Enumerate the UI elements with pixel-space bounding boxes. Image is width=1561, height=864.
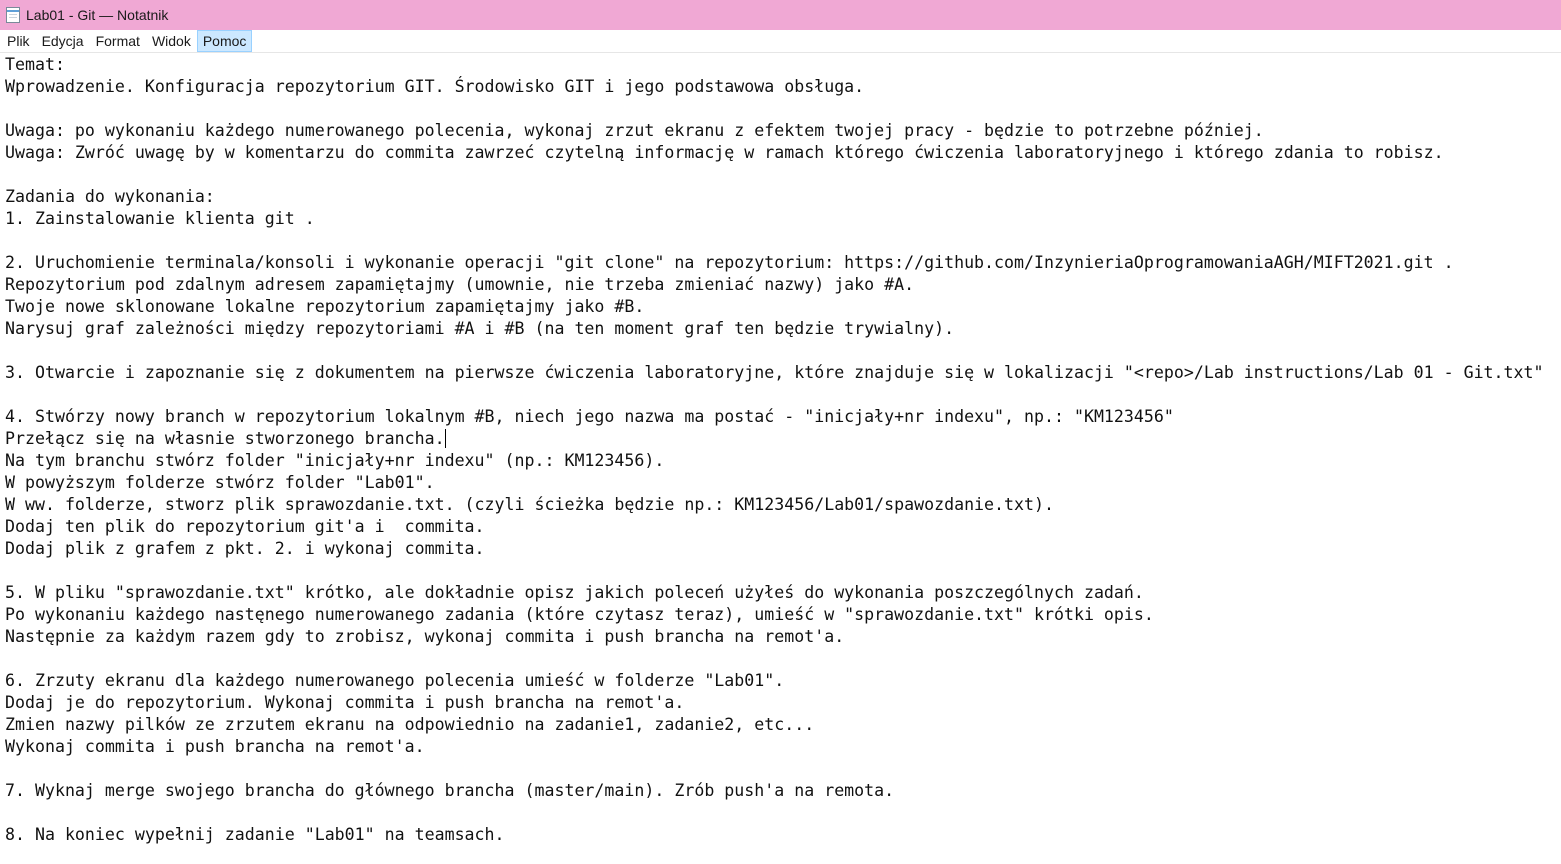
text-line: W powyższym folderze stwórz folder "Lab0…	[5, 473, 435, 492]
menu-edycja[interactable]: Edycja	[36, 30, 90, 52]
notepad-icon	[6, 7, 20, 23]
text-line: Zmien nazwy pilków ze zrzutem ekranu na …	[5, 715, 815, 734]
menu-plik[interactable]: Plik	[0, 30, 36, 52]
text-line: Uwaga: Zwróć uwagę by w komentarzu do co…	[5, 143, 1444, 162]
text-line: Narysuj graf zależności między repozytor…	[5, 319, 955, 338]
text-line: 8. Na koniec wypełnij zadanie "Lab01" na…	[5, 825, 505, 844]
text-line: Po wykonaniu każdego nastęnego numerowan…	[5, 605, 1154, 624]
text-editor-area[interactable]: Temat: Wprowadzenie. Konfiguracja repozyt…	[0, 54, 1561, 864]
text-line: Dodaj plik z grafem z pkt. 2. i wykonaj …	[5, 539, 485, 558]
text-line: 4. Stwórzy nowy branch w repozytorium lo…	[5, 407, 1174, 426]
text-line: Na tym branchu stwórz folder "inicjały+n…	[5, 451, 665, 470]
text-line: Wykonaj commita i push brancha na remot'…	[5, 737, 425, 756]
menu-pomoc[interactable]: Pomoc	[196, 30, 253, 52]
text-line: Zadania do wykonania:	[5, 187, 215, 206]
menu-widok[interactable]: Widok	[146, 30, 197, 52]
text-line: 6. Zrzuty ekranu dla każdego numerowaneg…	[5, 671, 785, 690]
text-caret	[444, 429, 446, 448]
text-line: Dodaj ten plik do repozytorium git'a i c…	[5, 517, 485, 536]
text-line: 7. Wyknaj merge swojego brancha do główn…	[5, 781, 895, 800]
text-line: 3. Otwarcie i zapoznanie się z dokumente…	[5, 363, 1544, 382]
text-line: Przełącz się na własnie stworzonego bran…	[5, 429, 446, 448]
text-line: Dodaj je do repozytorium. Wykonaj commit…	[5, 693, 685, 712]
menu-bar: Plik Edycja Format Widok Pomoc	[0, 30, 1561, 53]
text-line: Repozytorium pod zdalnym adresem zapamię…	[5, 275, 915, 294]
menu-format[interactable]: Format	[90, 30, 146, 52]
text-line: Wprowadzenie. Konfiguracja repozytorium …	[5, 77, 865, 96]
text-line: Twoje nowe sklonowane lokalne repozytori…	[5, 297, 645, 316]
text-line: Temat:	[5, 55, 65, 74]
text-line: Następnie za każdym razem gdy to zrobisz…	[5, 627, 845, 646]
text-line: 1. Zainstalowanie klienta git .	[5, 209, 315, 228]
text-line: 2. Uruchomienie terminala/konsoli i wyko…	[5, 253, 1454, 272]
window-title: Lab01 - Git — Notatnik	[26, 7, 169, 23]
text-line: W ww. folderze, stworz plik sprawozdanie…	[5, 495, 1054, 514]
title-bar[interactable]: Lab01 - Git — Notatnik	[0, 0, 1561, 30]
text-line: Uwaga: po wykonaniu każdego numerowanego…	[5, 121, 1264, 140]
text-line: 5. W pliku "sprawozdanie.txt" krótko, al…	[5, 583, 1144, 602]
